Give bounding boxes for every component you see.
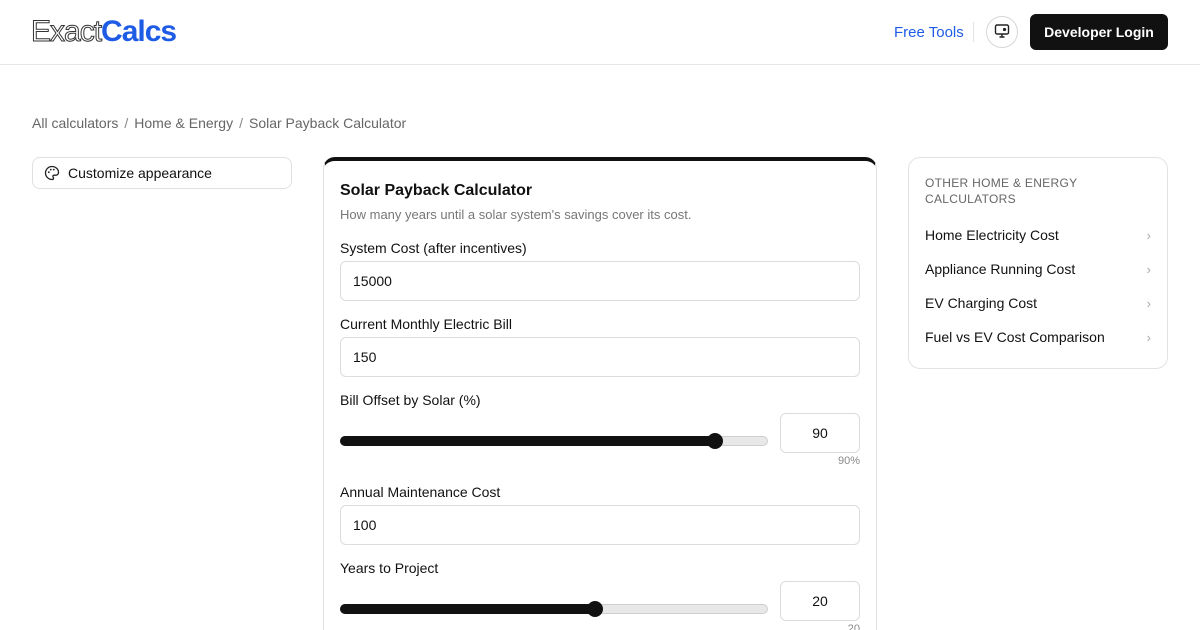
nav-divider xyxy=(973,22,974,42)
system-cost-input[interactable] xyxy=(340,261,860,301)
years-slider[interactable] xyxy=(340,601,768,617)
related-calculators-panel: Other Home & Energy Calculators Home Ele… xyxy=(908,157,1168,369)
chevron-right-icon: › xyxy=(1146,295,1151,311)
years-label: Years to Project xyxy=(340,560,439,576)
slider-thumb[interactable] xyxy=(586,601,603,617)
related-item-label: Fuel vs EV Cost Comparison xyxy=(925,329,1105,345)
developer-login-button[interactable]: Developer Login xyxy=(1030,14,1168,50)
breadcrumb-separator: / xyxy=(124,115,129,131)
calculator-title: Solar Payback Calculator xyxy=(340,182,533,199)
palette-icon xyxy=(43,164,61,182)
related-item-home-electricity[interactable]: Home Electricity Cost › xyxy=(925,225,1151,245)
breadcrumb-home-energy[interactable]: Home & Energy xyxy=(134,115,233,131)
chevron-right-icon: › xyxy=(1146,329,1151,345)
logo[interactable]: ExactCalcs xyxy=(30,14,177,50)
monitor-icon xyxy=(994,23,1010,42)
related-item-appliance-running[interactable]: Appliance Running Cost › xyxy=(925,259,1151,279)
slider-fill xyxy=(340,604,595,614)
slider-fill xyxy=(340,436,715,446)
site-header: ExactCalcs Free Tools Developer Login xyxy=(0,0,1200,65)
bill-offset-caption: 90% xyxy=(837,455,860,467)
chevron-right-icon: › xyxy=(1146,227,1151,243)
calculator-subtitle: How many years until a solar system's sa… xyxy=(340,207,692,222)
breadcrumb-all-calculators[interactable]: All calculators xyxy=(32,115,118,131)
breadcrumb-separator: / xyxy=(239,115,243,131)
related-item-label: EV Charging Cost xyxy=(925,295,1038,311)
breadcrumb-current: Solar Payback Calculator xyxy=(248,115,407,131)
monthly-bill-input[interactable] xyxy=(340,337,860,377)
breadcrumb: All calculators / Home & Energy / Solar Payb… xyxy=(32,115,406,131)
maintenance-input[interactable] xyxy=(340,505,860,545)
bill-offset-number-input[interactable] xyxy=(780,413,860,453)
years-caption: 20 xyxy=(847,623,860,630)
customize-appearance-label: Customize appearance xyxy=(68,165,212,181)
monthly-bill-label: Current Monthly Electric Bill xyxy=(340,316,512,332)
bill-offset-label: Bill Offset by Solar (%) xyxy=(340,392,481,408)
logo-thin: Exact xyxy=(30,15,102,49)
customize-appearance-button[interactable]: Customize appearance xyxy=(32,157,292,189)
free-tools-link[interactable]: Free Tools xyxy=(894,24,964,42)
related-calculators-heading: Other Home & Energy Calculators xyxy=(925,176,1078,206)
calculator-card: Solar Payback Calculator How many years … xyxy=(323,157,877,630)
logo-bold: Calcs xyxy=(101,15,177,48)
related-item-label: Home Electricity Cost xyxy=(925,227,1059,243)
maintenance-label: Annual Maintenance Cost xyxy=(340,484,501,500)
related-item-label: Appliance Running Cost xyxy=(925,261,1076,277)
theme-toggle-button[interactable] xyxy=(986,16,1018,48)
bill-offset-slider[interactable] xyxy=(340,433,768,449)
slider-thumb[interactable] xyxy=(706,433,723,449)
chevron-right-icon: › xyxy=(1146,261,1151,277)
system-cost-label: System Cost (after incentives) xyxy=(340,240,527,256)
related-item-fuel-vs-ev[interactable]: Fuel vs EV Cost Comparison › xyxy=(925,327,1151,347)
years-number-input[interactable] xyxy=(780,581,860,621)
related-item-ev-charging[interactable]: EV Charging Cost › xyxy=(925,293,1151,313)
